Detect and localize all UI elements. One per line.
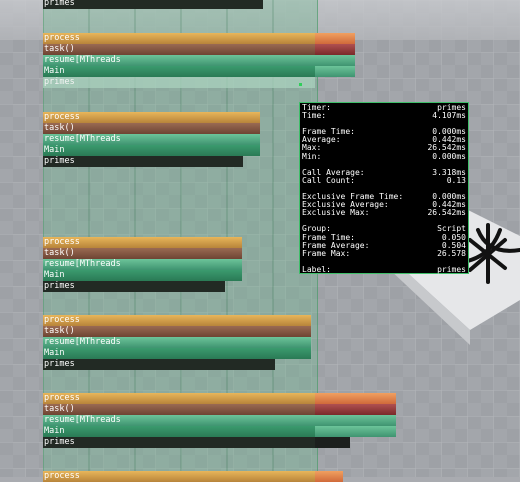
tooltip-group-frame-max-row: Frame Max: 26.578: [302, 248, 466, 258]
tooltip-value: 0.13: [446, 175, 466, 185]
bar-label: process: [44, 112, 80, 122]
timer-bar-main[interactable]: Main: [43, 426, 315, 437]
timer-bar-main[interactable]: Main: [43, 145, 260, 156]
tooltip-value: primes: [437, 264, 466, 274]
bar-label: Main: [44, 145, 65, 155]
bar-label: Main: [44, 66, 65, 76]
timer-bar-resume[interactable]: resume[MThreads: [43, 259, 242, 270]
timer-bar-resume[interactable]: resume[MThreads: [43, 55, 315, 66]
timer-bar-main[interactable]: Main: [43, 66, 315, 77]
bar-label: resume[MThreads: [44, 259, 121, 269]
timer-bar-process[interactable]: process: [43, 112, 260, 123]
timer-bar-primes[interactable]: primes: [43, 0, 263, 9]
bar-label: primes: [44, 156, 75, 166]
timer-bar-primes-selected[interactable]: primes: [43, 77, 315, 88]
tooltip-label: Call Count:: [302, 175, 355, 185]
bar-label: resume[MThreads: [44, 337, 121, 347]
bar-label: Main: [44, 426, 65, 436]
tooltip-label-row: Label: primes: [302, 264, 466, 274]
timer-bar-process[interactable]: process: [43, 393, 315, 404]
bar-label: task(): [44, 326, 75, 336]
timer-bar-task[interactable]: task(): [43, 404, 315, 415]
timer-bar-task[interactable]: task(): [43, 44, 315, 55]
bar-label: task(): [44, 404, 75, 414]
tooltip-value: 26.578: [437, 248, 466, 258]
timer-bar-main[interactable]: Main: [43, 270, 242, 281]
tooltip-value: 0.000ms: [432, 151, 466, 161]
tooltip-time-row: Time: 4.107ms: [302, 111, 466, 121]
tooltip-value: 4.107ms: [432, 111, 466, 121]
timer-bar-process[interactable]: process: [43, 33, 315, 44]
timer-bar-task[interactable]: task(): [43, 326, 311, 337]
bar-label: task(): [44, 123, 75, 133]
tooltip-label: Min:: [302, 151, 322, 161]
tooltip-label: Frame Max:: [302, 248, 351, 258]
timer-tooltip: Timer: primes Time: 4.107ms Frame Time: 0.0…: [299, 102, 469, 274]
timer-bar-primes[interactable]: primes: [43, 437, 315, 448]
tooltip-call-count-row: Call Count: 0.13: [302, 175, 466, 185]
bar-label: primes: [44, 77, 75, 87]
bar-label: primes: [44, 0, 75, 8]
tooltip-label: Label:: [302, 264, 331, 274]
timer-bar-primes[interactable]: primes: [43, 359, 275, 370]
bar-label: primes: [44, 281, 75, 291]
bar-label: task(): [44, 44, 75, 54]
bar-label: process: [44, 393, 80, 403]
bar-label: process: [44, 471, 80, 481]
timer-bar-primes[interactable]: primes: [43, 156, 243, 167]
timer-bar-process[interactable]: process: [43, 315, 311, 326]
bar-label: process: [44, 33, 80, 43]
timer-bar-task[interactable]: task(): [43, 123, 260, 134]
timer-bar-resume[interactable]: resume[MThreads: [43, 134, 260, 145]
timer-bar-task[interactable]: task(): [43, 248, 242, 259]
timer-bar-resume[interactable]: resume[MThreads: [43, 337, 311, 348]
bar-label: task(): [44, 248, 75, 258]
selection-marker: [299, 83, 302, 86]
tooltip-label: Exclusive Max:: [302, 208, 370, 218]
timer-bar-primes[interactable]: primes: [43, 281, 225, 292]
bar-label: resume[MThreads: [44, 55, 121, 65]
timer-bar-resume[interactable]: resume[MThreads: [43, 415, 315, 426]
tooltip-value: 26.542ms: [427, 208, 466, 218]
tooltip-excl-max-row: Exclusive Max: 26.542ms: [302, 209, 466, 217]
bar-label: Main: [44, 348, 65, 358]
tooltip-label: Time:: [302, 111, 327, 121]
timer-bar-process[interactable]: process: [43, 237, 242, 248]
bar-label: primes: [44, 359, 75, 369]
timer-bar-main[interactable]: Main: [43, 348, 311, 359]
bar-label: primes: [44, 437, 75, 447]
bar-label: process: [44, 315, 80, 325]
bar-label: process: [44, 237, 80, 247]
bar-label: Main: [44, 270, 65, 280]
bar-label: resume[MThreads: [44, 415, 121, 425]
bar-label: resume[MThreads: [44, 134, 121, 144]
tooltip-min-row: Min: 0.000ms: [302, 151, 466, 161]
